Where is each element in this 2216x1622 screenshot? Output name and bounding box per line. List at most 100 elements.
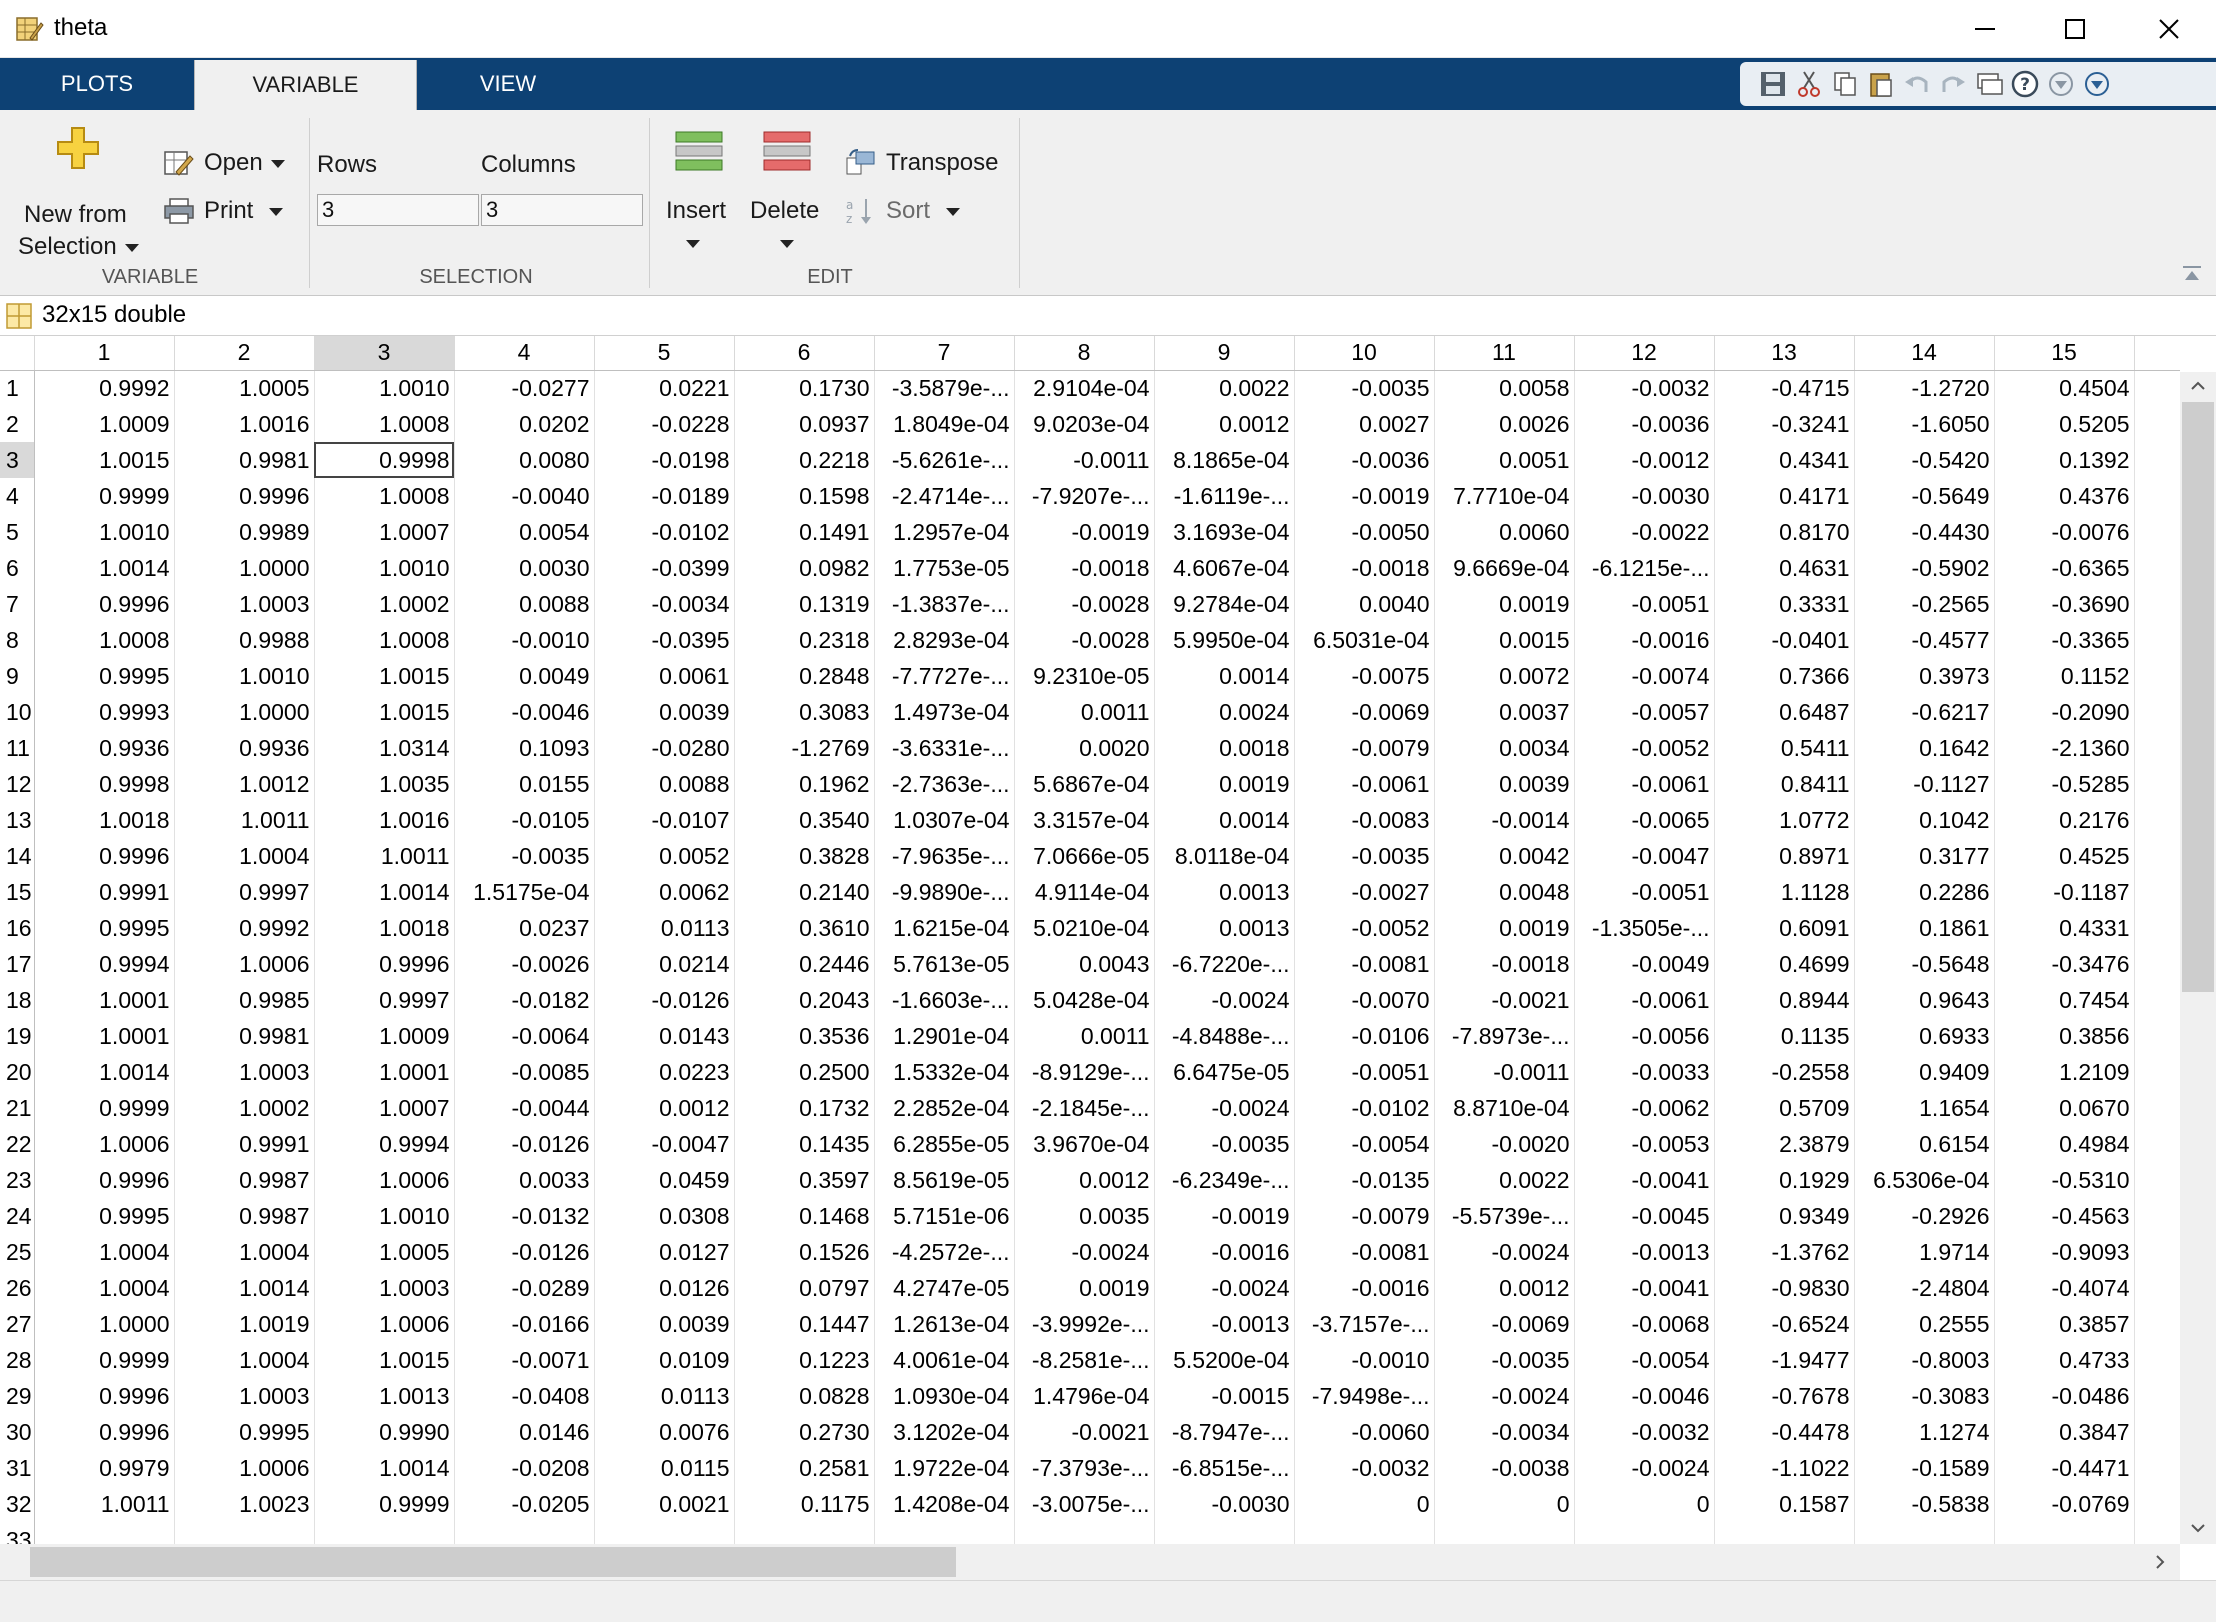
table-cell-empty[interactable] [2134, 1306, 2180, 1342]
table-cell[interactable]: 0.3610 [734, 910, 875, 946]
table-cell[interactable]: 0.3083 [734, 694, 875, 730]
table-cell[interactable]: -0.0013 [1154, 1306, 1295, 1342]
table-cell[interactable]: 5.0210e-04 [1014, 910, 1155, 946]
table-cell[interactable]: 0.9997 [174, 874, 315, 910]
column-header[interactable]: 5 [594, 336, 735, 371]
table-cell[interactable]: 1.0010 [314, 1198, 455, 1234]
table-cell[interactable]: -0.0028 [1014, 586, 1155, 622]
scroll-down-icon[interactable] [2188, 1518, 2208, 1538]
table-cell[interactable]: 0.9995 [34, 658, 175, 694]
table-cell-empty[interactable] [2134, 802, 2180, 838]
table-cell-empty[interactable] [2134, 1414, 2180, 1450]
table-cell[interactable]: 0.7366 [1714, 658, 1855, 694]
table-cell[interactable]: 1.1654 [1854, 1090, 1995, 1126]
table-cell[interactable]: -8.9129e-... [1014, 1054, 1155, 1090]
row-header[interactable]: 1 [0, 370, 35, 406]
table-cell[interactable]: -0.0038 [1434, 1450, 1575, 1486]
table-cell[interactable]: 2.8293e-04 [874, 622, 1015, 658]
table-cell[interactable]: -0.0033 [1574, 1054, 1715, 1090]
table-cell[interactable]: 1.0000 [34, 1306, 175, 1342]
row-header[interactable]: 15 [0, 874, 35, 910]
table-cell[interactable]: 0 [1434, 1486, 1575, 1522]
table-cell[interactable]: -1.6119e-... [1154, 478, 1295, 514]
table-cell[interactable]: 0.9995 [34, 1198, 175, 1234]
table-cell[interactable]: 0.3847 [1994, 1414, 2135, 1450]
table-cell[interactable]: -0.0182 [454, 982, 595, 1018]
table-cell[interactable]: -7.9498e-... [1294, 1378, 1435, 1414]
table-cell[interactable]: -0.0085 [454, 1054, 595, 1090]
table-cell-empty[interactable] [1294, 1522, 1435, 1544]
column-header[interactable]: 13 [1714, 336, 1855, 371]
table-cell[interactable]: 0.1491 [734, 514, 875, 550]
table-cell[interactable]: 0.4376 [1994, 478, 2135, 514]
table-cell[interactable]: 0.9989 [174, 514, 315, 550]
table-cell[interactable]: 1.0006 [34, 1126, 175, 1162]
table-cell[interactable]: 0.0026 [1434, 406, 1575, 442]
table-cell[interactable]: 0.0011 [1014, 694, 1155, 730]
table-cell[interactable]: 0.0012 [1434, 1270, 1575, 1306]
table-cell[interactable]: -6.7220e-... [1154, 946, 1295, 982]
table-cell[interactable]: -8.2581e-... [1014, 1342, 1155, 1378]
table-cell[interactable]: 0.6091 [1714, 910, 1855, 946]
column-header-empty[interactable] [2134, 336, 2180, 371]
table-cell[interactable]: -0.0208 [454, 1450, 595, 1486]
table-cell[interactable]: -0.5285 [1994, 766, 2135, 802]
table-cell[interactable]: -6.8515e-... [1154, 1450, 1295, 1486]
table-cell[interactable]: 1.0007 [314, 514, 455, 550]
table-cell[interactable]: 0.3828 [734, 838, 875, 874]
table-cell[interactable]: 0.6487 [1714, 694, 1855, 730]
table-cell[interactable]: -0.0071 [454, 1342, 595, 1378]
table-cell[interactable]: 0 [1294, 1486, 1435, 1522]
table-cell[interactable]: 8.1865e-04 [1154, 442, 1295, 478]
table-cell[interactable]: 0.0828 [734, 1378, 875, 1414]
table-cell[interactable]: -0.0062 [1574, 1090, 1715, 1126]
table-cell[interactable]: -0.0040 [454, 478, 595, 514]
table-cell[interactable]: 1.9714 [1854, 1234, 1995, 1270]
paste-icon[interactable] [1864, 68, 1898, 100]
table-cell[interactable]: 0.1732 [734, 1090, 875, 1126]
table-cell[interactable]: -0.0047 [594, 1126, 735, 1162]
minimize-button[interactable] [1938, 0, 2032, 58]
table-cell-empty[interactable] [2134, 1270, 2180, 1306]
table-cell[interactable]: 0.9998 [34, 766, 175, 802]
row-header[interactable]: 23 [0, 1162, 35, 1198]
table-cell[interactable]: -0.0052 [1294, 910, 1435, 946]
table-cell[interactable]: 0.9996 [34, 1378, 175, 1414]
table-cell[interactable]: -0.0016 [1294, 1270, 1435, 1306]
table-cell[interactable]: 1.0035 [314, 766, 455, 802]
table-cell[interactable]: -0.5648 [1854, 946, 1995, 982]
table-cell[interactable]: -0.0056 [1574, 1018, 1715, 1054]
table-cell[interactable]: -0.7678 [1714, 1378, 1855, 1414]
table-cell[interactable]: 0.8944 [1714, 982, 1855, 1018]
table-cell[interactable]: 2.2852e-04 [874, 1090, 1015, 1126]
row-header[interactable]: 29 [0, 1378, 35, 1414]
table-cell[interactable]: 1.9722e-04 [874, 1450, 1015, 1486]
table-cell[interactable]: -1.1022 [1714, 1450, 1855, 1486]
table-cell[interactable]: 2.3879 [1714, 1126, 1855, 1162]
table-cell-empty[interactable] [1014, 1522, 1155, 1544]
table-cell[interactable]: 1.4796e-04 [1014, 1378, 1155, 1414]
table-cell[interactable]: -0.0035 [1294, 370, 1435, 406]
table-cell[interactable]: 0.4733 [1994, 1342, 2135, 1378]
table-cell[interactable]: 1.0005 [314, 1234, 455, 1270]
table-cell[interactable]: -3.7157e-... [1294, 1306, 1435, 1342]
switch-windows-icon[interactable] [1972, 68, 2006, 100]
table-cell[interactable]: -0.0081 [1294, 1234, 1435, 1270]
table-cell[interactable]: 0.0035 [1014, 1198, 1155, 1234]
table-cell[interactable]: -0.5420 [1854, 442, 1995, 478]
table-cell[interactable]: -0.0051 [1294, 1054, 1435, 1090]
table-cell[interactable]: 0.9996 [174, 478, 315, 514]
tab-variable[interactable]: VARIABLE [194, 60, 417, 110]
row-header[interactable]: 10 [0, 694, 35, 730]
column-header[interactable]: 9 [1154, 336, 1295, 371]
table-cell[interactable]: 1.0011 [34, 1486, 175, 1522]
table-cell[interactable]: 0.0052 [594, 838, 735, 874]
table-cell[interactable]: 0.2555 [1854, 1306, 1995, 1342]
table-cell[interactable]: -0.0010 [454, 622, 595, 658]
table-cell[interactable]: -0.0049 [1574, 946, 1715, 982]
row-header[interactable]: 21 [0, 1090, 35, 1126]
table-cell-empty[interactable] [2134, 838, 2180, 874]
table-cell[interactable]: 0.0797 [734, 1270, 875, 1306]
table-cell[interactable]: -0.2558 [1714, 1054, 1855, 1090]
table-cell[interactable]: -0.0132 [454, 1198, 595, 1234]
